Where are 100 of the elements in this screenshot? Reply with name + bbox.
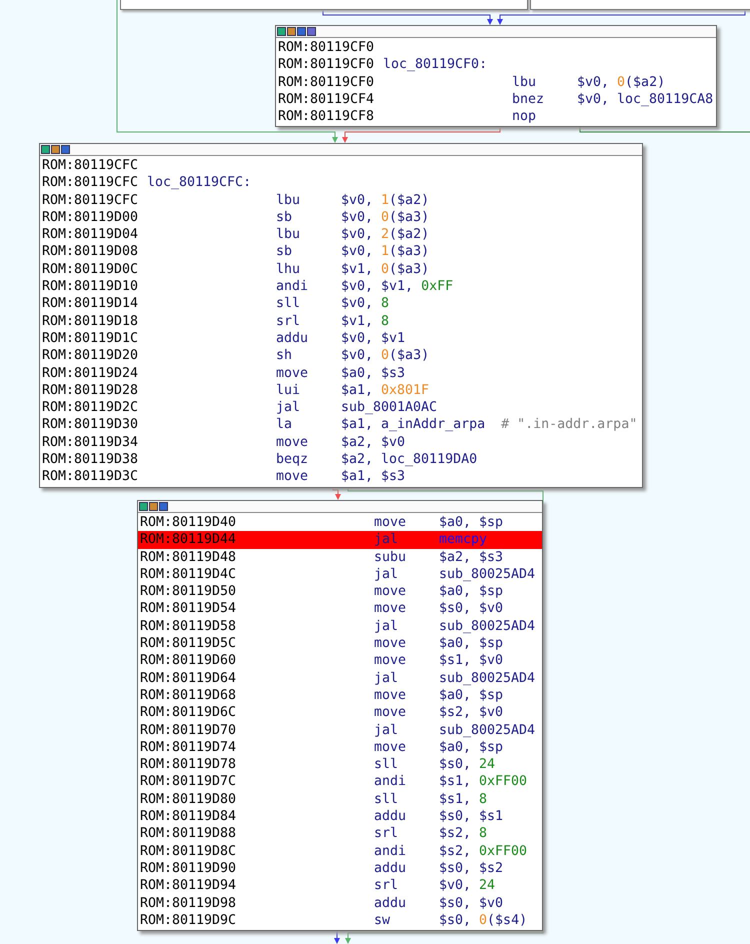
code-row[interactable]: ROM:80119CFC lbu $v0, 1($a2)	[42, 192, 642, 209]
code-row[interactable]: ROM:80119D94 srl $v0, 24	[140, 877, 542, 895]
code-row[interactable]: ROM:80119D54 move $s0, $v0	[140, 600, 542, 618]
code-row[interactable]: ROM:80119D2C jal sub_8001A0AC	[42, 399, 642, 416]
operand-text: sub_80025AD4	[439, 670, 536, 687]
operand-text: $v0, 24	[439, 877, 496, 895]
address-text: ROM:80119D1C	[42, 330, 138, 348]
code-row[interactable]: ROM:80119D6C move $s2, $v0	[140, 704, 542, 722]
mnemonic-text: addu	[374, 894, 406, 912]
code-row[interactable]: ROM:80119D28 lui $a1, 0x801F	[42, 382, 642, 400]
code-row[interactable]: ROM:80119D80 sll $s1, 8	[140, 790, 542, 808]
address-text: ROM:80119D48	[140, 548, 236, 566]
mnemonic-text: jal	[374, 531, 398, 549]
code-row[interactable]: ROM:80119CFC loc_80119CFC:	[42, 174, 642, 192]
operand-text: $s1, $v0	[439, 652, 504, 670]
code-row[interactable]: ROM:80119D3C move $a1, $s3	[42, 468, 642, 486]
color-square-icon[interactable]	[41, 145, 50, 154]
operand-text: $s0, $s1	[439, 808, 504, 826]
address-text: ROM:80119D9C	[140, 912, 236, 930]
code-row[interactable]: ROM:80119D9C sw $s0, 0($s4)	[140, 912, 542, 930]
address-text: ROM:80119D64	[140, 670, 236, 687]
code-row[interactable]: ROM:80119D0C lhu $v1, 0($a3)	[42, 260, 642, 278]
address-text: ROM:80119D58	[140, 618, 236, 636]
code-row[interactable]: ROM:80119D58 jal sub_80025AD4	[140, 618, 542, 636]
mnemonic-text: jal	[276, 399, 300, 416]
code-row[interactable]: ROM:80119D30 la $a1, a_inAddr_arpa # ".in-addr.arpa"	[42, 416, 642, 434]
address-text: ROM:80119D44	[140, 531, 236, 549]
address-text: ROM:80119CF0	[278, 39, 374, 56]
address-text: ROM:80119D80	[140, 790, 236, 808]
mnemonic-text: lbu	[276, 226, 300, 244]
operand-text: $s2, 0xFF00	[439, 842, 528, 860]
color-square-icon[interactable]	[139, 502, 148, 511]
code-row[interactable]: ROM:80119D04 lbu $v0, 2($a2)	[42, 226, 642, 244]
code-row[interactable]: ROM:80119D78 sll $s0, 24	[140, 756, 542, 774]
code-row[interactable]: ROM:80119CF4 bnez $v0, loc_80119CA8	[278, 90, 716, 108]
code-row[interactable]: ROM:80119D5C move $a0, $sp	[140, 635, 542, 652]
code-row[interactable]: ROM:80119D20 sh $v0, 0($a3)	[42, 347, 642, 365]
code-row[interactable]: ROM:80119D38 beqz $a2, loc_80119DA0	[42, 451, 642, 468]
operand-text: $a2, $v0	[341, 434, 406, 452]
code-row[interactable]: ROM:80119D34 move $a2, $v0	[42, 434, 642, 452]
address-text: ROM:80119D74	[140, 738, 236, 756]
mnemonic-text: sw	[374, 912, 390, 930]
code-row[interactable]: ROM:80119CFC	[42, 157, 642, 174]
mnemonic-text: srl	[374, 825, 398, 843]
code-row[interactable]: ROM:80119D60 move $s1, $v0	[140, 652, 542, 670]
code-row[interactable]: ROM:80119D84 addu $s0, $s1	[140, 808, 542, 826]
mnemonic-text: jal	[374, 618, 398, 636]
code-row[interactable]: ROM:80119D70 jal sub_80025AD4	[140, 722, 542, 739]
address-text: ROM:80119D6C	[140, 704, 236, 722]
address-text: ROM:80119D8C	[140, 842, 236, 860]
code-row[interactable]: ROM:80119CF0 lbu $v0, 0($a2)	[278, 74, 716, 91]
operand-text: $a0, $sp	[439, 738, 504, 756]
code-row[interactable]: ROM:80119D40 move $a0, $sp	[140, 514, 542, 532]
address-text: ROM:80119D14	[42, 295, 138, 313]
mnemonic-text: jal	[374, 670, 398, 687]
mnemonic-text: lbu	[276, 192, 300, 209]
code-row[interactable]: ROM:80119D08 sb $v0, 1($a3)	[42, 243, 642, 261]
operand-text: $s0, $v0	[439, 894, 504, 912]
operand-text: $v0, 1($a2)	[341, 192, 430, 209]
address-text: ROM:80119D0C	[42, 260, 138, 278]
operand-text: $s2, 8	[439, 825, 488, 843]
address-text: ROM:80119D88	[140, 825, 236, 843]
code-row[interactable]: ROM:80119D00 sb $v0, 0($a3)	[42, 208, 642, 226]
address-text: ROM:80119CFC	[42, 157, 138, 174]
mnemonic-text: move	[374, 652, 406, 670]
code-row[interactable]: ROM:80119D50 move $a0, $sp	[140, 583, 542, 600]
operand-text: sub_8001A0AC	[341, 399, 438, 416]
code-row[interactable]: ROM:80119D18 srl $v1, 8	[42, 312, 642, 330]
operand-text: $a0, $sp	[439, 514, 504, 532]
operand-text: $a1, $s3	[341, 468, 406, 486]
code-row[interactable]: ROM:80119CF8 nop	[278, 108, 716, 126]
address-text: ROM:80119CF0	[278, 56, 374, 74]
code-row[interactable]: ROM:80119D8C andi $s2, 0xFF00	[140, 842, 542, 860]
mnemonic-text: sh	[276, 347, 292, 365]
code-row[interactable]: ROM:80119D74 move $a0, $sp	[140, 738, 542, 756]
label-text: loc_80119CF0:	[383, 56, 488, 74]
address-text: ROM:80119D54	[140, 600, 236, 618]
operand-text: sub_80025AD4	[439, 618, 536, 636]
code-row[interactable]: ROM:80119D88 srl $s2, 8	[140, 825, 542, 843]
code-row[interactable]: ROM:80119D98 addu $s0, $v0	[140, 894, 542, 912]
code-row[interactable]: ROM:80119D44 jal memcpy	[138, 531, 542, 549]
operand-text: sub_80025AD4	[439, 566, 536, 584]
code-row[interactable]: ROM:80119D48 subu $a2, $s3	[140, 548, 542, 566]
address-text: ROM:80119D7C	[140, 773, 236, 791]
code-row[interactable]: ROM:80119CF0 loc_80119CF0:	[278, 56, 716, 74]
code-row[interactable]: ROM:80119D90 addu $s0, $s2	[140, 860, 542, 878]
code-row[interactable]: ROM:80119D10 andi $v0, $v1, 0xFF	[42, 278, 642, 296]
code-row[interactable]: ROM:80119D14 sll $v0, 8	[42, 295, 642, 313]
code-row[interactable]: ROM:80119CF0	[278, 39, 716, 56]
mnemonic-text: jal	[374, 722, 398, 739]
code-row[interactable]: ROM:80119D7C andi $s1, 0xFF00	[140, 773, 542, 791]
color-square-icon[interactable]	[277, 27, 286, 36]
code-row[interactable]: ROM:80119D68 move $a0, $sp	[140, 686, 542, 704]
code-row[interactable]: ROM:80119D24 move $a0, $s3	[42, 364, 642, 382]
operand-text: $v0, 2($a2)	[341, 226, 430, 244]
code-row[interactable]: ROM:80119D4C jal sub_80025AD4	[140, 566, 542, 584]
mnemonic-text: subu	[374, 548, 406, 566]
code-row[interactable]: ROM:80119D64 jal sub_80025AD4	[140, 670, 542, 687]
code-row[interactable]: ROM:80119D1C addu $v0, $v1	[42, 330, 642, 348]
address-text: ROM:80119D68	[140, 686, 236, 704]
